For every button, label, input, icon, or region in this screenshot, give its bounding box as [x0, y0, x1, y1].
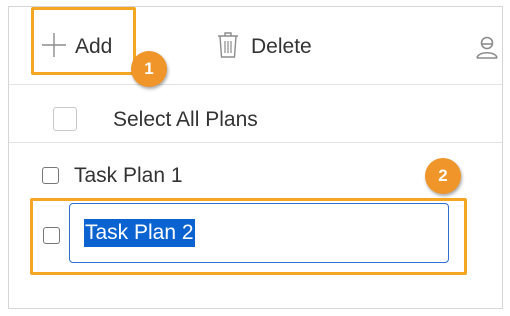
step-badge-2: 2 — [425, 158, 461, 194]
user-button[interactable] — [475, 35, 499, 65]
plan-name-selected-text: Task Plan 2 — [84, 219, 195, 247]
delete-button[interactable]: Delete — [217, 31, 312, 64]
add-highlight-frame — [31, 7, 136, 75]
plan-2-checkbox[interactable] — [43, 227, 60, 244]
select-all-label: Select All Plans — [113, 108, 258, 131]
select-all-row[interactable]: Select All Plans — [9, 85, 502, 143]
plan-1-label: Task Plan 1 — [74, 164, 183, 187]
trash-icon — [217, 31, 239, 64]
plan-name-input[interactable]: Task Plan 2 — [69, 203, 449, 263]
delete-button-label: Delete — [251, 35, 312, 58]
user-icon — [475, 35, 499, 66]
step-badge-1: 1 — [131, 51, 167, 87]
select-all-checkbox[interactable] — [53, 107, 77, 131]
plan-1-checkbox[interactable] — [42, 167, 59, 184]
